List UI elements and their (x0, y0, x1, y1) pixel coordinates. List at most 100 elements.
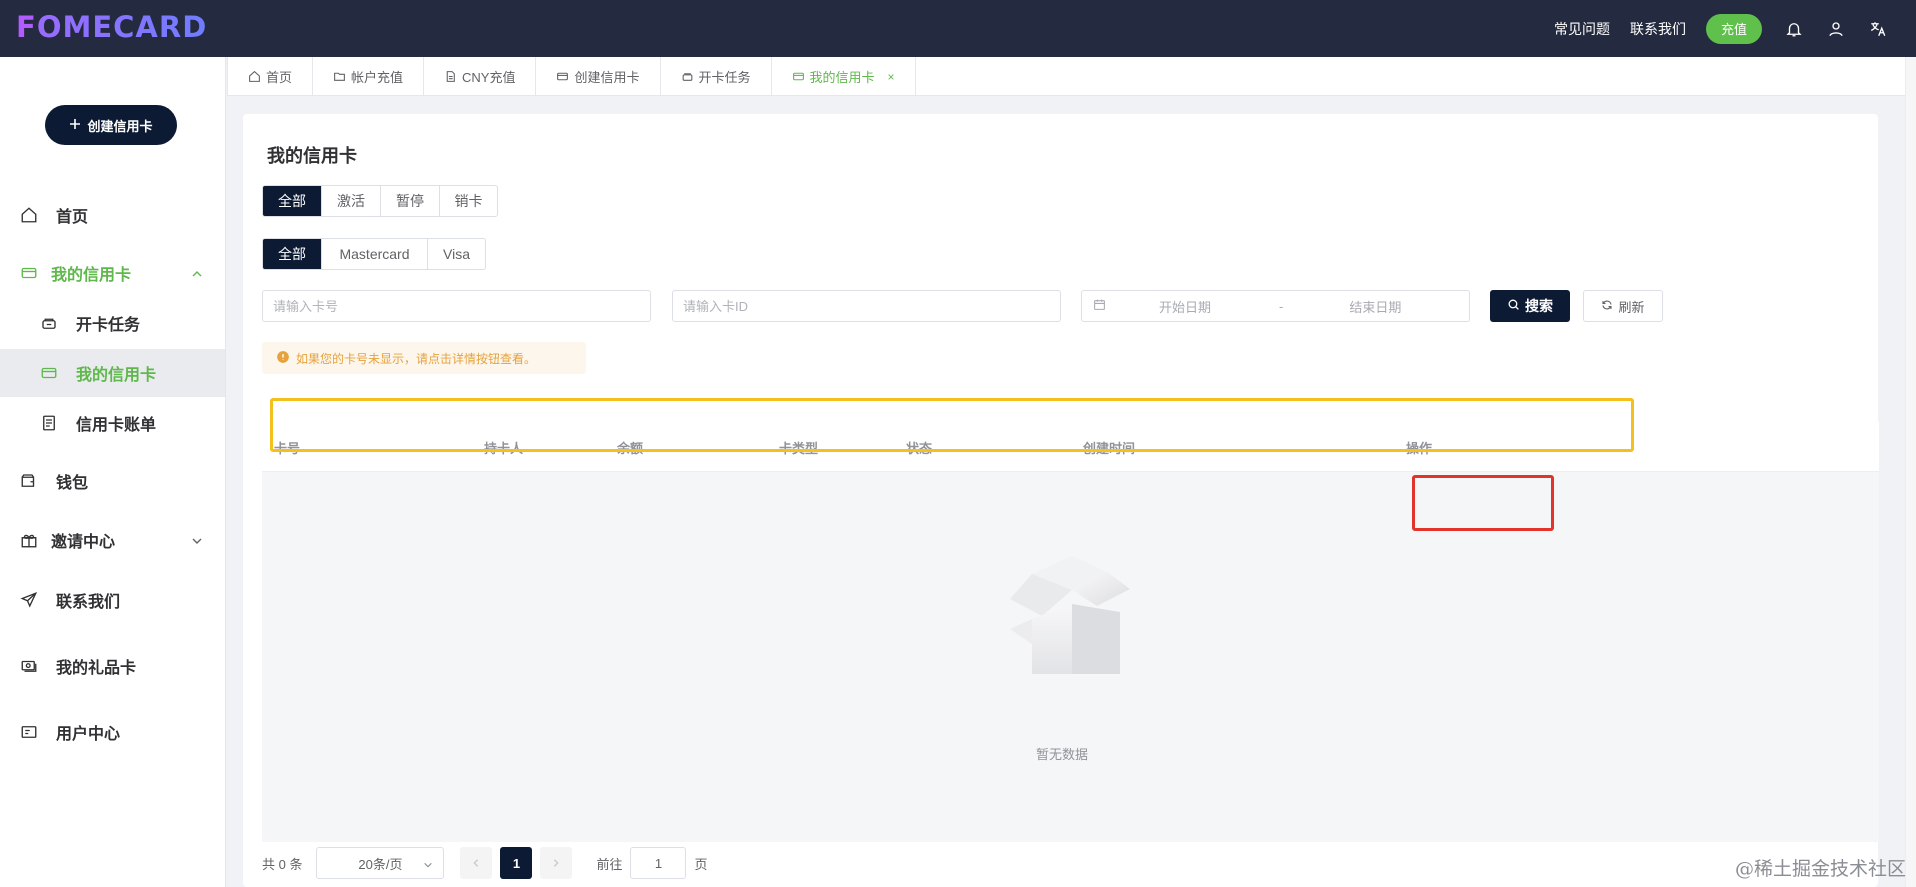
tab-label: 首页 (266, 70, 293, 85)
column-actions[interactable]: 操作 (1406, 438, 1432, 457)
main-card: 我的信用卡 全部 激活 暂停 销卡 全部 Mastercard Visa 开始日… (243, 114, 1879, 887)
create-card-label: 创建信用卡 (87, 118, 153, 134)
faq-link[interactable]: 常见问题 (1554, 19, 1610, 39)
sidebar-item-user-center[interactable]: 用户中心 (0, 708, 225, 756)
date-range-picker[interactable]: 开始日期 - 结束日期 (1081, 290, 1470, 322)
card-icon (557, 72, 569, 81)
sidebar-item-label: 我的礼品卡 (56, 660, 137, 677)
sidebar-item-card-tasks[interactable]: 开卡任务 (0, 299, 225, 347)
end-date[interactable]: 结束日期 (1349, 297, 1401, 316)
goto-page-input[interactable]: 1 (630, 847, 687, 879)
sidebar-item-wallet[interactable]: 钱包 (0, 457, 225, 505)
status-filter-all[interactable]: 全部 (263, 186, 322, 216)
giftcard-icon (20, 657, 38, 675)
tab-label: 开卡任务 (698, 70, 751, 85)
chevron-right-icon (554, 859, 559, 867)
sidebar-item-home[interactable]: 首页 (0, 191, 225, 239)
folder-icon (334, 72, 345, 81)
chevron-left-icon (473, 859, 479, 867)
column-card-type[interactable]: 卡类型 (779, 438, 818, 457)
card-icon (20, 264, 38, 282)
create-card-button[interactable]: 创建信用卡 (45, 105, 177, 145)
translate-icon[interactable] (1868, 19, 1888, 39)
notice-alert: 如果您的卡号未显示，请点击详情按钮查看。 (262, 342, 586, 374)
column-created-time[interactable]: 创建时间 (1083, 438, 1135, 457)
brand-filter-visa[interactable]: Visa (428, 239, 485, 269)
sidebar-item-label: 联系我们 (56, 594, 121, 611)
empty-box-illustration (1010, 556, 1130, 674)
prev-page-button[interactable] (460, 847, 493, 879)
card-id-input[interactable] (672, 290, 1061, 322)
tab-home[interactable]: 首页 (227, 57, 314, 96)
page-tabs: 首页 帐户充值 CNY充值 创建信用卡 开卡任务 我的信用卡 × (227, 57, 1916, 96)
sidebar-item-contact[interactable]: 联系我们 (0, 576, 225, 624)
page-size-select[interactable]: 20条/页 (316, 847, 445, 879)
tab-label: 帐户充值 (351, 70, 404, 85)
sidebar: 创建信用卡 首页 我的信用卡 开卡任务 我的信用卡 信用卡账单 钱包 邀请中心 … (0, 57, 226, 887)
search-button[interactable]: 搜索 (1490, 290, 1570, 322)
bell-icon[interactable] (1784, 19, 1804, 39)
status-filter-cancelled[interactable]: 销卡 (440, 186, 497, 216)
tab-card-tasks[interactable]: 开卡任务 (661, 57, 772, 96)
logo-text: OMECARD (36, 10, 208, 44)
close-icon[interactable]: × (888, 70, 895, 84)
table-header: 卡号 持卡人 余额 卡类型 状态 创建时间 操作 (262, 422, 1879, 472)
goto-label: 前往 (596, 856, 623, 872)
tab-account-recharge[interactable]: 帐户充值 (313, 57, 425, 96)
chevron-down-icon (191, 534, 203, 546)
refresh-button[interactable]: 刷新 (1583, 290, 1663, 322)
brand-filter-all[interactable]: 全部 (263, 239, 322, 269)
status-filter-paused[interactable]: 暂停 (381, 186, 440, 216)
tab-my-cards[interactable]: 我的信用卡 × (772, 57, 916, 96)
card-icon (792, 72, 804, 81)
column-balance[interactable]: 余额 (617, 438, 643, 457)
pagination: 共 0 条 20条/页 1 前往 1 页 (262, 847, 708, 879)
column-card-number[interactable]: 卡号 (274, 438, 300, 457)
tab-label: CNY充值 (462, 70, 516, 85)
calendar-icon (1093, 298, 1106, 314)
chevron-up-icon (191, 267, 203, 279)
tab-cny-recharge[interactable]: CNY充值 (424, 57, 537, 96)
status-filter: 全部 激活 暂停 销卡 (262, 185, 498, 217)
sidebar-item-invite[interactable]: 邀请中心 (0, 516, 225, 564)
scrollbar[interactable] (1905, 57, 1916, 887)
refresh-icon (1601, 299, 1613, 314)
chevron-down-icon (423, 858, 433, 868)
sidebar-item-my-cards[interactable]: 我的信用卡 (0, 349, 225, 397)
card-number-input[interactable] (262, 290, 651, 322)
column-status[interactable]: 状态 (906, 438, 932, 457)
fomecard-logo[interactable]: F OMECARD (16, 10, 208, 44)
refresh-label: 刷新 (1618, 299, 1645, 315)
doc-icon (446, 71, 455, 82)
page-size-value: 20条/页 (358, 856, 403, 872)
start-date[interactable]: 开始日期 (1159, 297, 1239, 316)
brand-filter-mastercard[interactable]: Mastercard (322, 239, 428, 269)
home-icon (20, 206, 38, 224)
date-separator: - (1279, 298, 1284, 314)
sidebar-item-card-bills[interactable]: 信用卡账单 (0, 399, 225, 447)
task-icon (40, 314, 58, 332)
sidebar-item-label: 邀请中心 (51, 534, 116, 551)
page-number-current[interactable]: 1 (500, 847, 533, 879)
sidebar-item-label: 我的信用卡 (76, 367, 157, 384)
next-page-button[interactable] (540, 847, 573, 879)
tab-label: 创建信用卡 (574, 70, 640, 85)
sidebar-item-label: 我的信用卡 (51, 267, 132, 284)
contact-link[interactable]: 联系我们 (1630, 19, 1686, 39)
page-title: 我的信用卡 (267, 146, 357, 166)
notice-text: 如果您的卡号未显示，请点击详情按钮查看。 (296, 351, 537, 366)
table-body: 暂无数据 (262, 472, 1879, 842)
sidebar-item-gift-cards[interactable]: 我的礼品卡 (0, 642, 225, 690)
task-icon (682, 73, 692, 81)
status-filter-active[interactable]: 激活 (322, 186, 381, 216)
warning-icon (276, 350, 290, 367)
user-icon[interactable] (1826, 19, 1846, 39)
tab-create-card[interactable]: 创建信用卡 (536, 57, 661, 96)
column-holder[interactable]: 持卡人 (484, 438, 523, 457)
sidebar-item-label: 首页 (56, 209, 89, 226)
sidebar-item-my-cards-group[interactable]: 我的信用卡 (0, 249, 225, 297)
sidebar-item-label: 用户中心 (56, 726, 121, 743)
send-icon (20, 591, 38, 609)
sidebar-item-label: 钱包 (56, 475, 89, 492)
recharge-button[interactable]: 充值 (1705, 13, 1762, 44)
